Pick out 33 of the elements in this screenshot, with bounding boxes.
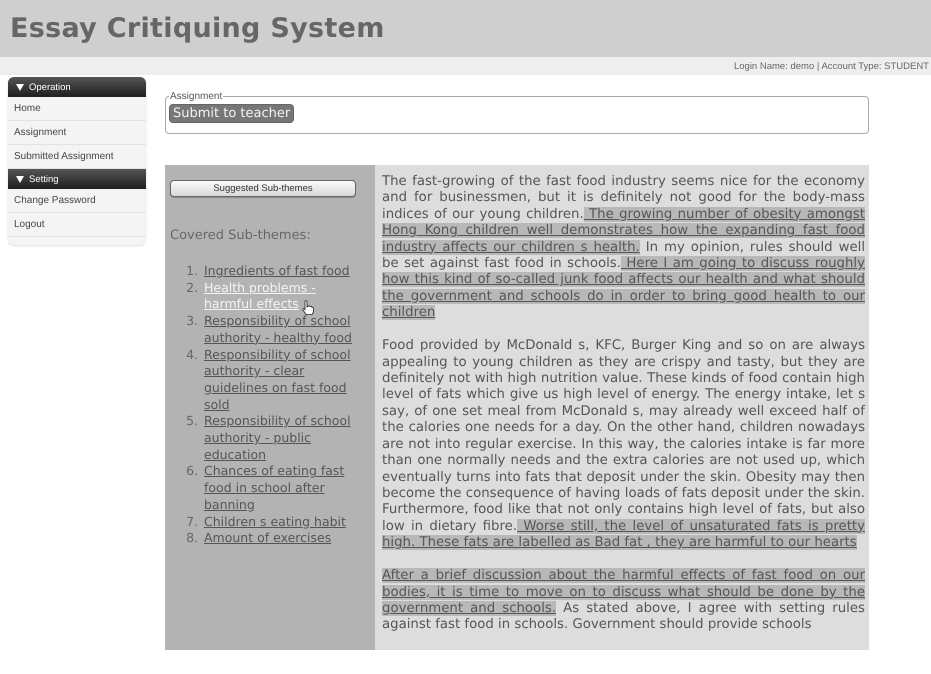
sidebar-item[interactable]: Home bbox=[8, 97, 146, 121]
essay-paragraph: After a brief discussion about the harmful effects of fast food on our bodies, it is time to move on to discuss what should be done by the government and schools. As stated above, I agree with setting rules against fast food in schools. Government should provide schools bbox=[382, 568, 865, 634]
subtheme-link[interactable]: Ingredients of fast food bbox=[204, 263, 364, 280]
list-number: 3. bbox=[185, 313, 199, 330]
app-title: Essay Critiquing System bbox=[10, 13, 385, 44]
essay-paragraph: The fast-growing of the fast food industry seems nice for the economy and for businessmen, but it is definitely not good for the body-mass indices of our young children. The growing number of obesity amongst Hong Kong children well demonstrates how the expanding fast food industry affects our children s health. In my opinion, rules should well be set against fast food in schools. Here I am going to discuss roughly how this kind of so-called junk food affects our health and what should the government and schools do in order to bring good health to our children bbox=[382, 174, 865, 322]
caret-icon bbox=[16, 84, 24, 90]
covered-heading: Covered Sub-themes: bbox=[170, 228, 312, 243]
subtheme-link[interactable]: Chances of eating fast food in school after banning bbox=[204, 463, 364, 514]
sidebar-item[interactable]: Change Password bbox=[8, 189, 146, 213]
subtheme-link[interactable]: Responsibility of school authority - healthy food bbox=[204, 313, 364, 347]
submit-button[interactable]: Submit to teacher bbox=[169, 104, 294, 123]
sidebar-item[interactable]: Assignment bbox=[8, 121, 146, 145]
subtheme-link[interactable]: Children s eating habit bbox=[204, 514, 364, 530]
list-number: 1. bbox=[185, 263, 199, 280]
essay-paragraph: Food provided by McDonald s, KFC, Burger King and so on are always appealing to young children as they are crispy and tasty, but they are definitely not with high nutrition value. These kinds of food contain high level of fats which give us high level of energy. The energy intake, let s say, of one set meal from McDonald s, may already well exceed half of the calories one needs for a day. On the other hand, children nowadays are not into regular exercise. In this way, the calories intake is far more than one normally needs and the extra calories are not used up, which eventually turns into fats that deposit under the skin. Obesity may then become the consequence of having loads of fats deposit under the skin. Furthermore, food like that not only contains high level of fats, but also low in dietary fibre. Worse still, the level of unsaturated fats is pretty high. These fats are labelled as Bad fat , they are harmful to our hearts bbox=[382, 338, 865, 552]
sidebar-item[interactable]: Logout bbox=[8, 213, 146, 237]
list-number: 8. bbox=[185, 530, 199, 547]
section-header[interactable]: Operation bbox=[8, 77, 146, 97]
hand-cursor-icon bbox=[302, 300, 314, 315]
subtheme-link[interactable]: Responsibility of school authority - public education bbox=[204, 413, 364, 464]
subtheme-link[interactable]: Amount of exercises bbox=[204, 530, 364, 547]
group-legend: Assignment bbox=[169, 91, 224, 102]
list-number: 5. bbox=[185, 413, 199, 430]
caret-icon bbox=[16, 176, 24, 182]
list-number: 7. bbox=[185, 514, 199, 530]
list-number: 6. bbox=[185, 463, 199, 480]
subtheme-link[interactable]: Responsibility of school authority - clear guidelines on fast food sold bbox=[204, 346, 364, 414]
list-number: 4. bbox=[185, 346, 199, 364]
list-number: 2. bbox=[185, 280, 199, 297]
suggested-subthemes-button[interactable]: Suggested Sub-themes bbox=[170, 180, 356, 197]
section-header[interactable]: Setting bbox=[8, 169, 146, 189]
login-info: Login Name: demo | Account Type: STUDENT bbox=[734, 60, 929, 72]
